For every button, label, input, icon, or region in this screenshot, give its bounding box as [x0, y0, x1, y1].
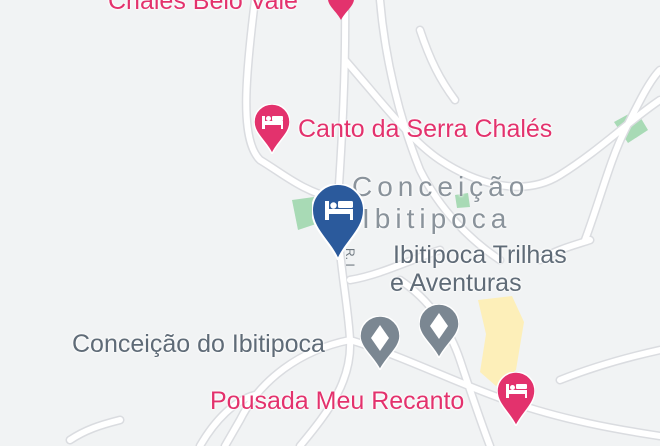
poi-label-trilhas-line2[interactable]: e Aventuras — [390, 271, 522, 296]
hotel-pin-icon[interactable] — [497, 372, 535, 426]
poi-label-canto-da-serra[interactable]: Canto da Serra Chalés — [298, 117, 552, 142]
poi-label-trilhas-line1[interactable]: Ibitipoca Trilhas — [393, 243, 567, 268]
hotel-pin-icon[interactable] — [328, 0, 354, 20]
town-label-line2: Ibitipoca — [362, 203, 512, 234]
poi-label-chales-belo-vale[interactable]: Chalés Belo Vale — [108, 0, 298, 14]
place-pin-icon[interactable] — [360, 316, 400, 370]
map-canvas[interactable]: Chalés Belo Vale Canto da Serra Chalés C… — [0, 0, 660, 446]
hotel-pin-icon[interactable] — [254, 104, 290, 154]
poi-label-conceicao[interactable]: Conceição do Ibitipoca — [72, 332, 325, 357]
town-label-line1: Conceição — [352, 171, 530, 202]
poi-label-pousada[interactable]: Pousada Meu Recanto — [210, 389, 464, 414]
place-pin-icon[interactable] — [419, 304, 459, 358]
road-label: R. I — [343, 248, 357, 267]
